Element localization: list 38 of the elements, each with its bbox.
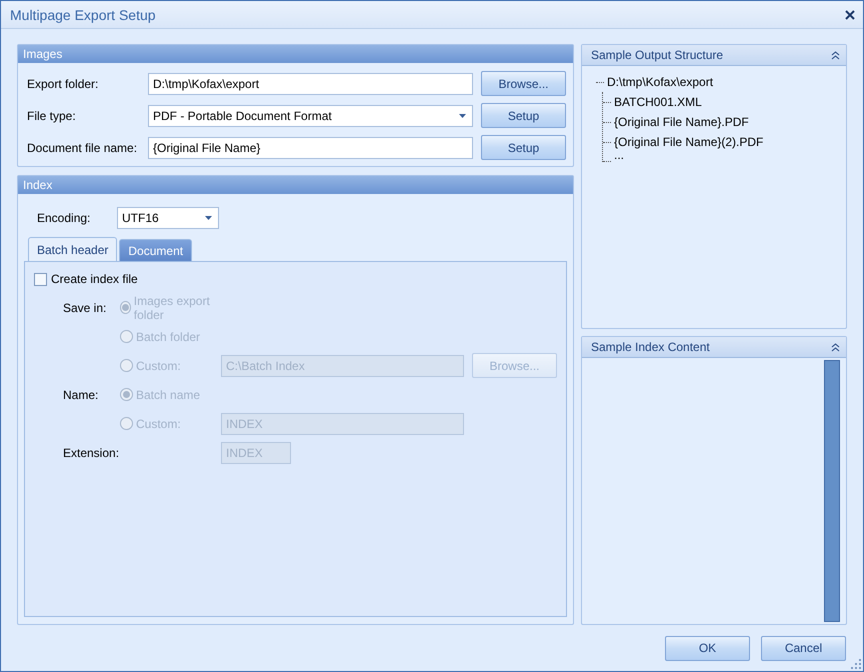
checkbox-label: Create index file [51, 272, 138, 286]
field-label: Document file name: [27, 140, 138, 154]
field-label: Save in: [63, 300, 108, 314]
caret-icon [459, 114, 466, 118]
button[interactable]: Cancel [761, 636, 846, 660]
tab[interactable]: Batch header [28, 237, 118, 261]
tree-item[interactable]: {Original File Name}.PDF [614, 115, 749, 129]
checkbox[interactable] [34, 272, 47, 286]
tree-item[interactable]: D:\tmp\Kofax\export [607, 75, 714, 89]
caret-icon [205, 216, 212, 220]
button[interactable]: Setup [481, 103, 566, 128]
size-grip-icon [851, 659, 861, 669]
window-title: Multipage Export Setup [10, 6, 156, 22]
field-label: File type: [27, 108, 77, 122]
input-field[interactable]: D:\tmp\Kofax\export [148, 72, 473, 94]
tree-item[interactable]: {Original File Name}(2).PDF [614, 135, 764, 149]
close-icon[interactable] [845, 10, 855, 20]
field-label: Extension: [63, 446, 120, 460]
collapse-icon[interactable] [831, 50, 840, 60]
panel-header: Index [18, 176, 573, 194]
dropdown-value: UTF16 [122, 211, 159, 225]
field-label: Encoding: [37, 211, 92, 225]
tree-item[interactable]: BATCH001.XML [614, 95, 702, 109]
panel-header: Images [18, 45, 573, 63]
button[interactable]: OK [665, 636, 750, 660]
field-label: Name: [63, 388, 100, 402]
tree-item[interactable]: ... [614, 148, 624, 162]
collapse-icon[interactable] [831, 342, 840, 352]
dropdown[interactable]: UTF16 [117, 207, 219, 229]
panel-title: Sample Index Content [591, 340, 710, 354]
button[interactable]: Setup [481, 135, 566, 160]
field-label: Export folder: [27, 76, 100, 90]
input-field[interactable]: {Original File Name} [148, 136, 473, 158]
panel-title: Sample Output Structure [591, 48, 724, 62]
button[interactable]: Browse... [481, 71, 566, 96]
dropdown[interactable]: PDF - Portable Document Format [148, 104, 473, 126]
dropdown-value: PDF - Portable Document Format [153, 108, 332, 122]
scrollbar[interactable] [824, 360, 840, 622]
